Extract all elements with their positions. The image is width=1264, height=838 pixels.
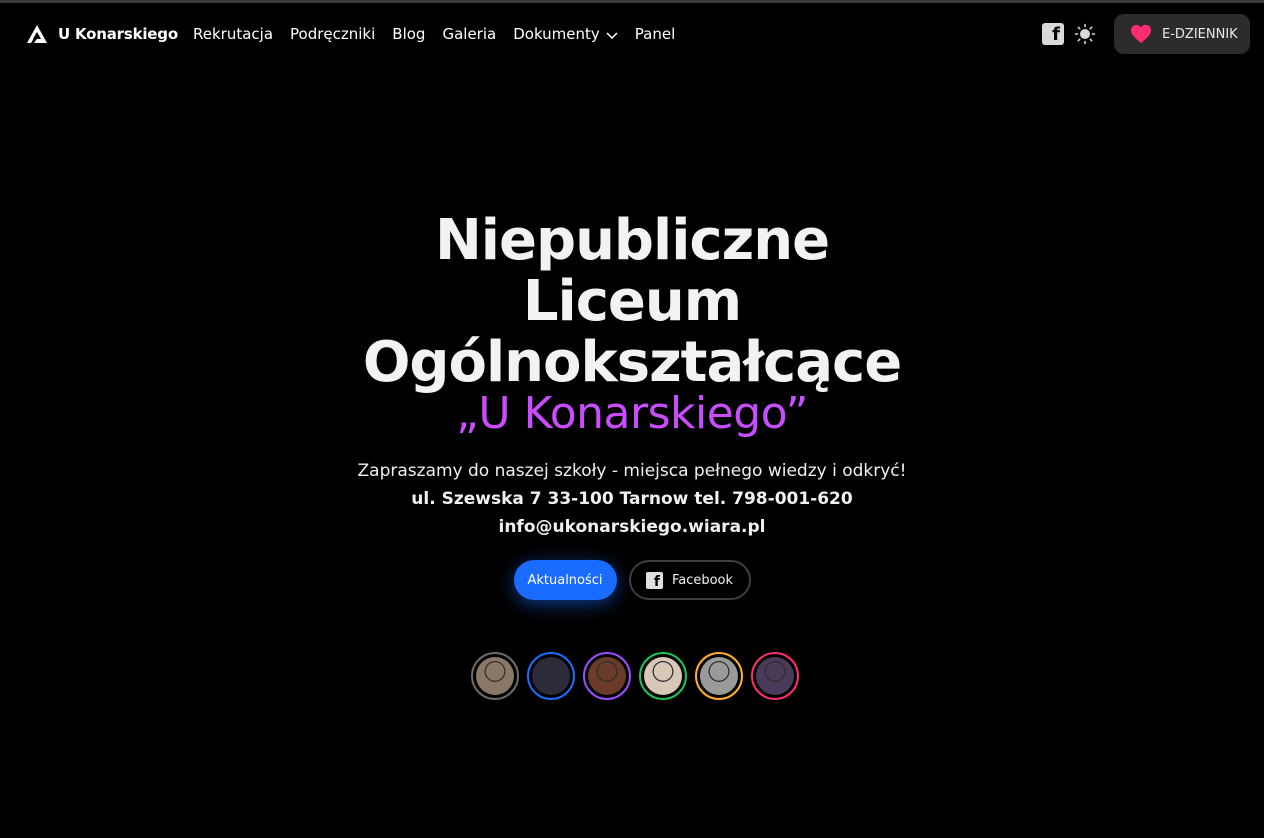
avatar-photo <box>476 657 514 695</box>
hero: Niepubliczne Liceum Ogólnokształcące „U … <box>0 210 1264 541</box>
hero-info: Zapraszamy do naszej szkoły - miejsca pe… <box>0 457 1264 541</box>
avatar[interactable] <box>639 652 687 700</box>
chevron-down-icon <box>606 31 618 39</box>
facebook-icon[interactable]: f <box>1042 23 1064 45</box>
menu-item-galeria[interactable]: Galeria <box>442 25 496 43</box>
menu-label: Blog <box>392 25 426 43</box>
menu-label: Panel <box>634 25 676 43</box>
menu-label: Rekrutacja <box>193 25 274 43</box>
menu-item-rekrutacja[interactable]: Rekrutacja <box>193 25 273 43</box>
facebook-button[interactable]: f Facebook <box>628 560 751 600</box>
menu-label: Podręczniki <box>290 25 376 43</box>
menu-item-panel[interactable]: Panel <box>635 25 675 43</box>
avatar-photo <box>700 657 738 695</box>
brand-link[interactable]: U Konarskiego <box>26 24 178 44</box>
menu-item-blog[interactable]: Blog <box>392 25 425 43</box>
avatar-list <box>471 652 799 700</box>
heart-icon <box>1131 24 1151 44</box>
brand-name: U Konarskiego <box>58 25 178 43</box>
e-dziennik-button[interactable]: E-DZIENNIK <box>1114 14 1250 54</box>
e-dziennik-label: E-DZIENNIK <box>1162 26 1238 42</box>
hero-title-line-1: Niepubliczne <box>434 208 830 273</box>
hero-title-accent: „U Konarskiego” <box>456 388 808 439</box>
menu-label: Galeria <box>442 25 497 43</box>
avatar-photo <box>532 657 570 695</box>
avatar[interactable] <box>527 652 575 700</box>
avatar[interactable] <box>695 652 743 700</box>
avatar-photo <box>756 657 794 695</box>
facebook-icon: f <box>645 571 663 590</box>
hero-actions: Aktualności f Facebook <box>0 560 1264 600</box>
avatar[interactable] <box>751 652 799 700</box>
logo-icon <box>27 25 47 43</box>
avatar-photo <box>588 657 626 695</box>
hero-email: info@ukonarskiego.wiara.pl <box>498 517 766 537</box>
top-border <box>0 0 1264 3</box>
avatar-photo <box>644 657 682 695</box>
hero-title-line-2: Liceum <box>522 269 742 334</box>
sun-icon[interactable] <box>1074 23 1096 45</box>
menu-item-podreczniki[interactable]: Podręczniki <box>290 25 375 43</box>
menu-item-dokumenty[interactable]: Dokumenty <box>513 25 618 43</box>
hero-address: ul. Szewska 7 33-100 Tarnow tel. 798-001… <box>411 489 853 509</box>
main-menu: Rekrutacja Podręczniki Blog Galeria Doku… <box>193 25 675 43</box>
news-button[interactable]: Aktualności <box>513 560 617 600</box>
hero-tagline: Zapraszamy do naszej szkoły - miejsca pe… <box>357 461 907 481</box>
facebook-button-label: Facebook <box>671 572 734 588</box>
menu-label: Dokumenty <box>513 25 600 43</box>
avatar[interactable] <box>471 652 519 700</box>
avatar[interactable] <box>583 652 631 700</box>
navbar: U Konarskiego Rekrutacja Podręczniki Blo… <box>0 14 1264 54</box>
hero-title-line-3: Ogólnokształcące <box>362 330 902 395</box>
